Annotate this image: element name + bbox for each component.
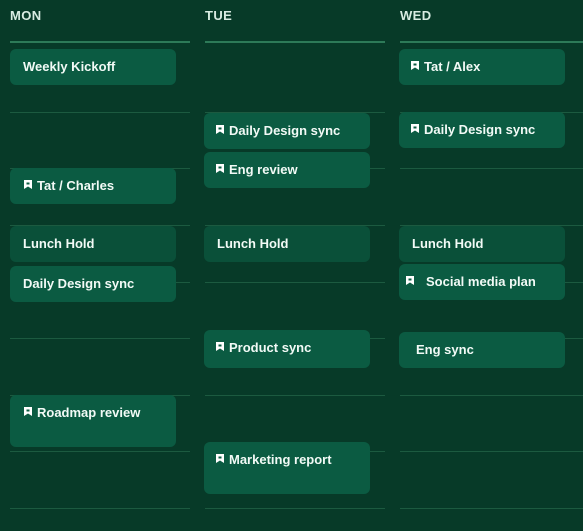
hour-gridline [400,168,583,169]
pin-icon [410,124,420,135]
event-daily-design-sync[interactable]: Daily Design sync [204,113,370,149]
event-roadmap-review[interactable]: Roadmap review [10,395,176,447]
day-header-wed: WED [400,8,432,23]
event-social-media-plan[interactable]: Social media plan [399,264,565,300]
event-title: Tat / Alex [424,59,481,74]
event-weekly-kickoff[interactable]: Weekly Kickoff [10,49,176,85]
day-header-divider [10,41,190,43]
hour-gridline [400,451,583,452]
event-title: Social media plan [426,274,536,289]
event-title: Eng review [229,162,298,177]
event-lunch-hold[interactable]: Lunch Hold [399,226,565,262]
event-title: Daily Design sync [229,123,341,138]
event-product-sync[interactable]: Product sync [204,330,370,368]
pin-icon [23,407,33,418]
event-daily-design-sync[interactable]: Daily Design sync [10,266,176,302]
event-title: Lunch Hold [412,236,484,251]
hour-gridline [205,395,385,396]
hour-gridline [205,508,385,509]
hour-gridline [10,451,190,452]
pin-icon [405,276,415,287]
event-title: Lunch Hold [23,236,95,251]
event-title: Daily Design sync [424,122,536,137]
day-header-mon: MON [10,8,42,23]
pin-icon [215,125,225,136]
day-header-divider [400,41,583,43]
event-title: Roadmap review [37,405,141,420]
event-title: Marketing report [229,452,332,467]
pin-icon [215,164,225,175]
event-daily-design-sync[interactable]: Daily Design sync [399,112,565,148]
event-lunch-hold[interactable]: Lunch Hold [204,226,370,262]
hour-gridline [400,395,583,396]
event-title: Tat / Charles [37,178,115,193]
pin-icon [215,454,225,465]
event-title: Product sync [229,340,312,355]
pin-icon [410,61,420,72]
hour-gridline [10,338,190,339]
event-title: Eng sync [416,342,474,357]
pin-icon [215,342,225,353]
hour-gridline [10,508,190,509]
hour-gridline [10,112,190,113]
event-tat-alex[interactable]: Tat / Alex [399,49,565,85]
event-tat-charles[interactable]: Tat / Charles [10,168,176,204]
hour-gridline [205,282,385,283]
event-eng-review[interactable]: Eng review [204,152,370,188]
hour-gridline [400,508,583,509]
event-marketing-report[interactable]: Marketing report [204,442,370,494]
event-title: Weekly Kickoff [23,59,116,74]
event-eng-sync[interactable]: Eng sync [399,332,565,368]
event-lunch-hold[interactable]: Lunch Hold [10,226,176,262]
event-title: Daily Design sync [23,276,135,291]
day-header-divider [205,41,385,43]
event-title: Lunch Hold [217,236,289,251]
pin-icon [23,180,33,191]
day-header-tue: TUE [205,8,233,23]
